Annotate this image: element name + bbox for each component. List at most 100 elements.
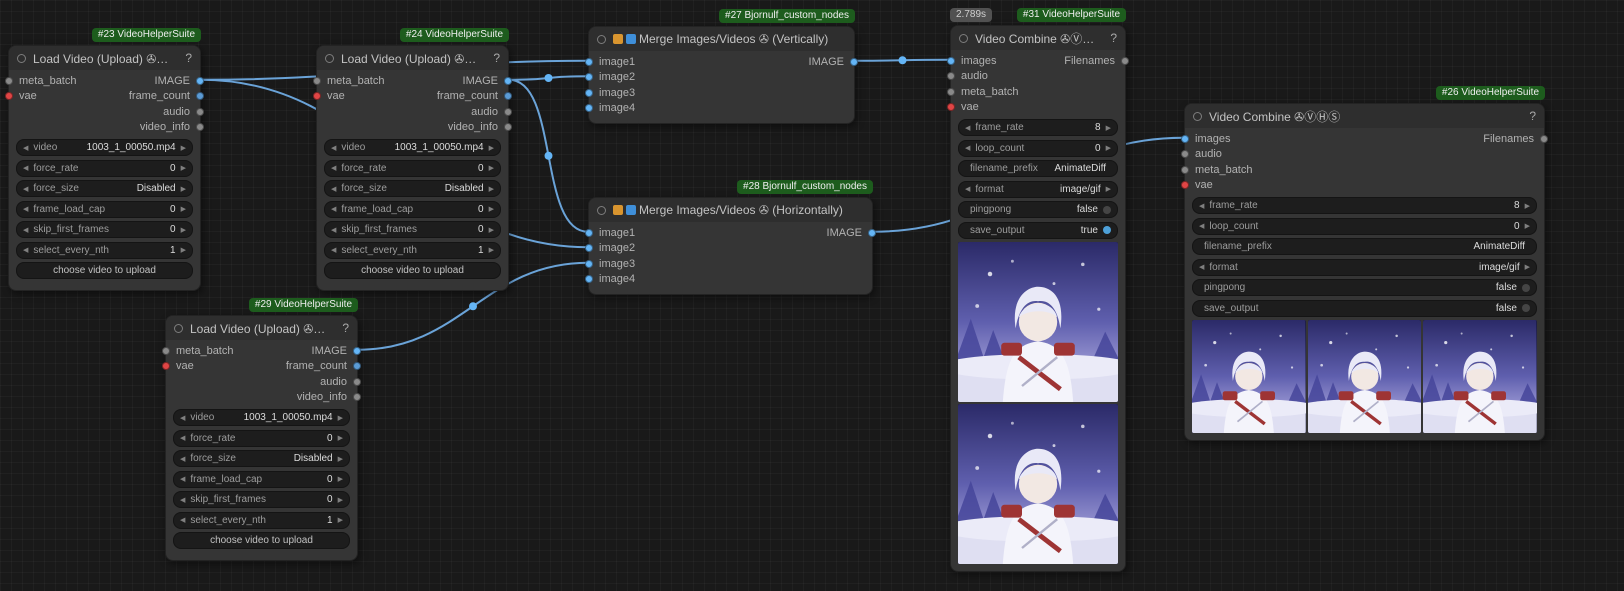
increment-arrow[interactable]: ▶	[489, 246, 494, 254]
collapse-icon[interactable]	[597, 206, 606, 215]
decrement-arrow[interactable]: ◀	[1199, 263, 1204, 271]
node-load-video-24[interactable]: #24 VideoHelperSuiteLoad Video (Upload) …	[316, 45, 509, 291]
node-title-bar[interactable]: Load Video (Upload) ✇ⓋⒽⓈ?	[166, 316, 357, 340]
increment-arrow[interactable]: ▶	[181, 246, 186, 254]
decrement-arrow[interactable]: ◀	[331, 144, 336, 152]
widget-frame_rate[interactable]: ◀frame_rate8▶	[958, 119, 1118, 136]
help-icon[interactable]: ?	[1104, 31, 1117, 45]
toggle-indicator[interactable]	[1103, 226, 1111, 234]
output-slot-dot[interactable]	[504, 123, 512, 131]
decrement-arrow[interactable]: ◀	[180, 516, 185, 524]
decrement-arrow[interactable]: ◀	[23, 164, 28, 172]
widget-loop_count[interactable]: ◀loop_count0▶	[1192, 218, 1537, 235]
decrement-arrow[interactable]: ◀	[331, 226, 336, 234]
increment-arrow[interactable]: ▶	[1525, 263, 1530, 271]
increment-arrow[interactable]: ▶	[181, 205, 186, 213]
widget-save_output[interactable]: save_outputfalse	[1192, 300, 1537, 317]
input-slot-dot[interactable]	[5, 77, 13, 85]
widget-save_output[interactable]: save_outputtrue	[958, 222, 1118, 239]
decrement-arrow[interactable]: ◀	[180, 475, 185, 483]
increment-arrow[interactable]: ▶	[338, 414, 343, 422]
node-title-bar[interactable]: Merge Images/Videos ✇ (Vertically)	[589, 27, 854, 51]
input-slot-dot[interactable]	[585, 275, 593, 283]
increment-arrow[interactable]: ▶	[489, 185, 494, 193]
node-video-combine-26[interactable]: #26 VideoHelperSuiteVideo Combine ✇ⓋⒽⓈ?i…	[1184, 103, 1545, 441]
node-video-combine-31[interactable]: 2.789s#31 VideoHelperSuiteVideo Combine …	[950, 25, 1126, 572]
decrement-arrow[interactable]: ◀	[180, 496, 185, 504]
input-slot-dot[interactable]	[313, 92, 321, 100]
decrement-arrow[interactable]: ◀	[180, 414, 185, 422]
node-title-bar[interactable]: Load Video (Upload) ✇ⓋⒽⓈ?	[9, 46, 200, 70]
input-slot-dot[interactable]	[585, 89, 593, 97]
increment-arrow[interactable]: ▶	[181, 164, 186, 172]
collapse-icon[interactable]	[17, 54, 26, 63]
increment-arrow[interactable]: ▶	[338, 434, 343, 442]
widget-filename_prefix[interactable]: filename_prefixAnimateDiff	[1192, 238, 1537, 255]
widget-pingpong[interactable]: pingpongfalse	[958, 201, 1118, 218]
upload-button[interactable]: choose video to upload	[173, 532, 350, 549]
widget-force_size[interactable]: ◀force_sizeDisabled▶	[324, 180, 501, 197]
node-title-bar[interactable]: Load Video (Upload) ✇ⓋⒽⓈ?	[317, 46, 508, 70]
node-title-bar[interactable]: Merge Images/Videos ✇ (Horizontally)	[589, 198, 872, 222]
decrement-arrow[interactable]: ◀	[1199, 202, 1204, 210]
widget-force_rate[interactable]: ◀force_rate0▶	[324, 160, 501, 177]
widget-video[interactable]: ◀video1003_1_00050.mp4▶	[16, 139, 193, 156]
widget-force_rate[interactable]: ◀force_rate0▶	[16, 160, 193, 177]
widget-frame_load_cap[interactable]: ◀frame_load_cap0▶	[324, 201, 501, 218]
collapse-icon[interactable]	[174, 324, 183, 333]
node-title-bar[interactable]: Video Combine ✇ⓋⒽⓈ?	[951, 26, 1125, 50]
widget-skip_first_frames[interactable]: ◀skip_first_frames0▶	[16, 221, 193, 238]
increment-arrow[interactable]: ▶	[338, 455, 343, 463]
increment-arrow[interactable]: ▶	[489, 144, 494, 152]
widget-video[interactable]: ◀video1003_1_00050.mp4▶	[324, 139, 501, 156]
widget-format[interactable]: ◀formatimage/gif▶	[1192, 259, 1537, 276]
input-slot-dot[interactable]	[947, 88, 955, 96]
increment-arrow[interactable]: ▶	[1106, 124, 1111, 132]
widget-skip_first_frames[interactable]: ◀skip_first_frames0▶	[173, 491, 350, 508]
widget-select_every_nth[interactable]: ◀select_every_nth1▶	[173, 512, 350, 529]
decrement-arrow[interactable]: ◀	[965, 144, 970, 152]
input-slot-dot[interactable]	[313, 77, 321, 85]
toggle-indicator[interactable]	[1522, 304, 1530, 312]
input-slot-dot[interactable]	[585, 73, 593, 81]
output-slot-dot[interactable]	[196, 77, 204, 85]
upload-button[interactable]: choose video to upload	[324, 262, 501, 279]
increment-arrow[interactable]: ▶	[338, 496, 343, 504]
input-slot-dot[interactable]	[947, 72, 955, 80]
input-slot-dot[interactable]	[1181, 181, 1189, 189]
input-slot-dot[interactable]	[585, 229, 593, 237]
output-slot-dot[interactable]	[353, 393, 361, 401]
output-slot-dot[interactable]	[1540, 135, 1548, 143]
decrement-arrow[interactable]: ◀	[1199, 222, 1204, 230]
output-slot-dot[interactable]	[353, 378, 361, 386]
decrement-arrow[interactable]: ◀	[23, 226, 28, 234]
widget-video[interactable]: ◀video1003_1_00050.mp4▶	[173, 409, 350, 426]
widget-frame_load_cap[interactable]: ◀frame_load_cap0▶	[173, 471, 350, 488]
decrement-arrow[interactable]: ◀	[180, 434, 185, 442]
decrement-arrow[interactable]: ◀	[965, 185, 970, 193]
output-slot-dot[interactable]	[196, 108, 204, 116]
widget-select_every_nth[interactable]: ◀select_every_nth1▶	[16, 242, 193, 259]
widget-loop_count[interactable]: ◀loop_count0▶	[958, 140, 1118, 157]
decrement-arrow[interactable]: ◀	[23, 205, 28, 213]
help-icon[interactable]: ?	[336, 321, 349, 335]
toggle-indicator[interactable]	[1522, 284, 1530, 292]
widget-frame_rate[interactable]: ◀frame_rate8▶	[1192, 197, 1537, 214]
node-load-video-29[interactable]: #29 VideoHelperSuiteLoad Video (Upload) …	[165, 315, 358, 561]
node-title-bar[interactable]: Video Combine ✇ⓋⒽⓈ?	[1185, 104, 1544, 128]
output-slot-dot[interactable]	[353, 347, 361, 355]
output-slot-dot[interactable]	[353, 362, 361, 370]
increment-arrow[interactable]: ▶	[1525, 222, 1530, 230]
output-slot-dot[interactable]	[1121, 57, 1129, 65]
node-graph-canvas[interactable]: #23 VideoHelperSuiteLoad Video (Upload) …	[0, 0, 1624, 591]
decrement-arrow[interactable]: ◀	[23, 144, 28, 152]
decrement-arrow[interactable]: ◀	[331, 205, 336, 213]
input-slot-dot[interactable]	[5, 92, 13, 100]
widget-skip_first_frames[interactable]: ◀skip_first_frames0▶	[324, 221, 501, 238]
decrement-arrow[interactable]: ◀	[331, 164, 336, 172]
input-slot-dot[interactable]	[585, 104, 593, 112]
widget-pingpong[interactable]: pingpongfalse	[1192, 279, 1537, 296]
increment-arrow[interactable]: ▶	[489, 164, 494, 172]
toggle-indicator[interactable]	[1103, 206, 1111, 214]
increment-arrow[interactable]: ▶	[338, 475, 343, 483]
